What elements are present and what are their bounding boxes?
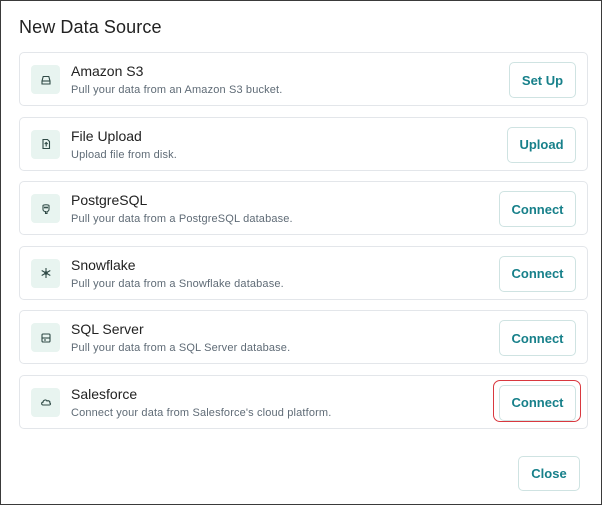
file-upload-icon	[31, 129, 60, 159]
source-card-salesforce: Salesforce Connect your data from Salesf…	[19, 374, 588, 429]
source-card-sql-server: SQL Server Pull your data from a SQL Ser…	[19, 310, 588, 365]
snowflake-icon	[31, 258, 60, 288]
connect-salesforce-button[interactable]: Connect	[499, 384, 576, 421]
connect-sql-server-button[interactable]: Connect	[499, 320, 576, 357]
source-description: Connect your data from Salesforce's clou…	[71, 406, 332, 419]
source-description: Pull your data from an Amazon S3 bucket.	[71, 84, 283, 96]
source-card-snowflake: Snowflake Pull your data from a Snowflak…	[19, 245, 588, 300]
drive-icon	[31, 65, 60, 94]
dialog-title: New Data Source	[19, 17, 162, 37]
source-name: File Upload	[71, 127, 142, 144]
source-name: Snowflake	[71, 256, 136, 273]
close-button[interactable]: Close	[518, 456, 580, 491]
elephant-icon	[31, 194, 60, 224]
source-name: SQL Server	[71, 321, 144, 338]
source-card-postgresql: PostgreSQL Pull your data from a Postgre…	[19, 181, 588, 236]
server-icon	[31, 323, 60, 353]
new-data-source-dialog: New Data Source Amazon S3 Pull your data…	[0, 0, 602, 505]
set-up-button[interactable]: Set Up	[509, 62, 576, 98]
source-list: Amazon S3 Pull your data from an Amazon …	[19, 52, 588, 440]
connect-snowflake-button[interactable]: Connect	[499, 255, 576, 292]
source-name: PostgreSQL	[71, 192, 148, 209]
source-description: Upload file from disk.	[71, 148, 178, 161]
source-description: Pull your data from a SQL Server databas…	[71, 342, 291, 355]
connect-postgresql-button[interactable]: Connect	[499, 191, 576, 228]
source-card-amazon-s3: Amazon S3 Pull your data from an Amazon …	[19, 52, 588, 106]
source-card-file-upload: File Upload Upload file from disk. Uploa…	[19, 116, 588, 171]
source-name: Amazon S3	[71, 63, 144, 79]
upload-button[interactable]: Upload	[507, 126, 576, 163]
source-description: Pull your data from a Snowflake database…	[71, 277, 284, 290]
cloud-icon	[31, 387, 60, 417]
source-name: Salesforce	[71, 385, 138, 402]
source-description: Pull your data from a PostgreSQL databas…	[71, 213, 293, 226]
